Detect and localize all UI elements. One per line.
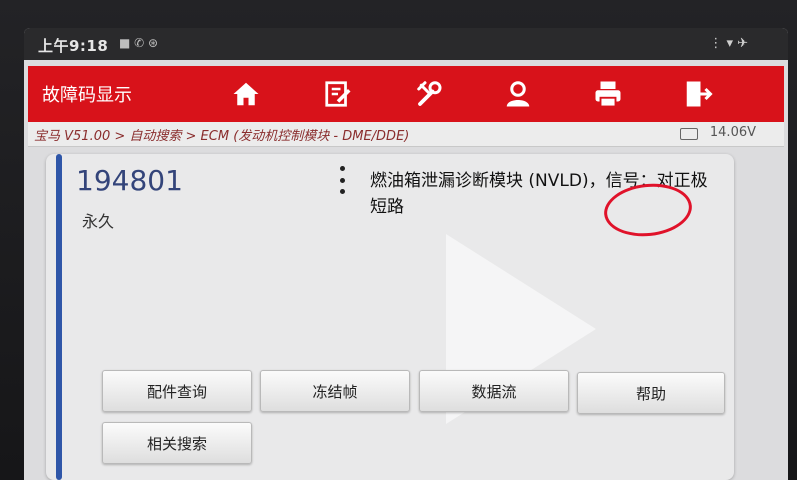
more-options-icon[interactable]	[338, 166, 346, 194]
battery-icon	[680, 128, 698, 140]
page-title: 故障码显示	[42, 85, 132, 106]
dtc-card: 194801 永久 燃油箱泄漏诊断模块 (NVLD)，信号：对正极短路 配件查询…	[46, 154, 734, 480]
print-icon[interactable]	[588, 74, 628, 114]
dtc-status: 永久	[82, 212, 115, 231]
app-toolbar: 故障码显示	[28, 66, 784, 122]
dtc-code: 194801	[76, 164, 183, 197]
clock: 上午9:18	[38, 37, 109, 55]
data-stream-button[interactable]: 数据流	[419, 370, 569, 412]
freeze-frame-button[interactable]: 冻结帧	[260, 370, 410, 412]
card-accent-bar	[56, 154, 62, 480]
breadcrumb: 宝马 V51.00 > 自动搜索 > ECM (发动机控制模块 - DME/DD…	[34, 129, 410, 144]
edit-report-icon[interactable]	[318, 74, 358, 114]
device-screen: 上午9:18 ■ ✆ ⊛ ⋮ ▾ ✈ 故障码显示 宝马 V51.00 > 自动搜…	[24, 28, 788, 480]
voltage-readout: 14.06V	[709, 125, 756, 140]
system-tray-icons: ⋮ ▾ ✈	[709, 36, 748, 51]
related-search-button[interactable]: 相关搜索	[102, 422, 252, 464]
exit-icon[interactable]	[678, 74, 718, 114]
help-button[interactable]: 帮助	[577, 372, 725, 414]
parts-query-button[interactable]: 配件查询	[102, 370, 252, 412]
system-status-bar: 上午9:18 ■ ✆ ⊛ ⋮ ▾ ✈	[24, 28, 788, 60]
diagnostic-icon[interactable]	[410, 74, 450, 114]
notification-icons: ■ ✆ ⊛	[119, 36, 159, 50]
breadcrumb-bar: 宝马 V51.00 > 自动搜索 > ECM (发动机控制模块 - DME/DD…	[28, 122, 784, 147]
home-icon[interactable]	[226, 74, 266, 114]
user-icon[interactable]	[498, 74, 538, 114]
